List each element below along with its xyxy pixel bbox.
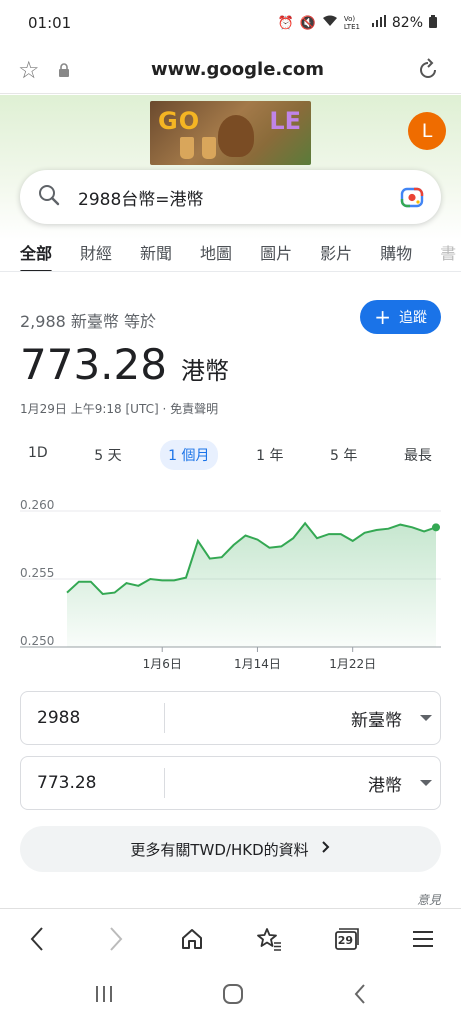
search-box[interactable]: 2988台幣=港幣 (20, 170, 441, 224)
battery-icon (429, 14, 437, 32)
wifi-icon (322, 15, 338, 31)
more-info-button[interactable]: 更多有關TWD/HKD的資料 (20, 826, 441, 872)
exchange-rate-chart[interactable]: 0.260 0.255 0.250 1月6日 1月14日 1月22日 (0, 495, 461, 675)
google-doodle[interactable]: GO LE (150, 101, 311, 165)
reload-icon[interactable] (413, 57, 443, 82)
to-currency-select[interactable]: 港幣 (165, 771, 412, 796)
tab-shopping[interactable]: 購物 (380, 240, 412, 271)
feedback-link[interactable]: 意見 (417, 891, 441, 908)
chart-x-tick-label: 1月22日 (329, 657, 376, 671)
url-text[interactable]: www.google.com (76, 59, 399, 80)
doodle-cup (202, 137, 216, 159)
from-amount-input[interactable]: 2988 (21, 703, 165, 733)
from-currency-select[interactable]: 新臺幣 (165, 706, 412, 731)
range-1d[interactable]: 1D (20, 440, 56, 470)
chevron-down-icon[interactable] (412, 715, 440, 721)
tab-finance[interactable]: 財經 (80, 240, 112, 271)
forward-icon[interactable] (95, 919, 135, 959)
chart-current-point (432, 523, 440, 532)
tab-videos[interactable]: 影片 (320, 240, 352, 271)
plus-icon: + (374, 305, 391, 329)
chart-area-fill (67, 523, 436, 647)
converted-currency: 港幣 (180, 357, 229, 385)
tab-books[interactable]: 書 (440, 240, 456, 271)
tab-images[interactable]: 圖片 (260, 240, 292, 271)
status-bar: 01:01 ⏰ 🔇 Vo) LTE1 82% (0, 0, 461, 46)
chart-y-tick-label: 0.260 (20, 498, 54, 512)
chevron-right-icon (321, 840, 331, 858)
status-icons: ⏰ 🔇 Vo) LTE1 82% (277, 14, 437, 32)
converter-to-row: 773.28 港幣 (20, 756, 441, 810)
system-nav-bar (0, 968, 461, 1024)
doodle-text-right: LE (269, 107, 301, 135)
home-button-icon[interactable] (222, 983, 244, 1009)
to-amount-input[interactable]: 773.28 (21, 768, 165, 798)
status-time: 01:01 (28, 14, 72, 32)
chevron-down-icon[interactable] (412, 780, 440, 786)
follow-button[interactable]: + 追蹤 (360, 300, 441, 334)
recent-apps-icon[interactable] (94, 984, 114, 1008)
conversion-subline: 2,988 新臺幣 等於 (20, 312, 156, 331)
doodle-text-left: GO (158, 107, 201, 135)
browser-bottom-bar: 29 (0, 908, 461, 968)
chart-y-tick-label: 0.250 (20, 634, 54, 648)
tab-news[interactable]: 新聞 (140, 240, 172, 271)
tab-maps[interactable]: 地圖 (200, 240, 232, 271)
home-icon[interactable] (172, 919, 212, 959)
doodle-bear (218, 115, 254, 157)
google-lens-icon[interactable] (399, 184, 425, 210)
conversion-result: 773.28 港幣 (20, 340, 229, 389)
converter-from-row: 2988 新臺幣 (20, 691, 441, 745)
range-1y[interactable]: 1 年 (248, 440, 291, 470)
doodle-cup (180, 137, 194, 159)
chart-x-tick-label: 1月6日 (143, 657, 182, 671)
search-tabs: 全部 財經 新聞 地圖 圖片 影片 購物 書 (0, 240, 461, 272)
alarm-icon: ⏰ (277, 15, 294, 31)
search-icon (38, 184, 60, 210)
search-query[interactable]: 2988台幣=港幣 (78, 185, 399, 210)
chart-y-tick-label: 0.255 (20, 566, 54, 580)
bookmark-star-icon[interactable]: ☆ (18, 56, 52, 84)
time-range-selector: 1D 5 天 1 個月 1 年 5 年 最長 (20, 440, 440, 470)
more-info-label: 更多有關TWD/HKD的資料 (130, 840, 309, 859)
chart-x-tick-label: 1月14日 (234, 657, 281, 671)
converted-value: 773.28 (20, 340, 167, 389)
account-avatar[interactable]: L (408, 112, 446, 150)
range-5y[interactable]: 5 年 (322, 440, 365, 470)
mute-icon: 🔇 (299, 15, 316, 31)
tab-count: 29 (337, 933, 354, 947)
range-5d[interactable]: 5 天 (86, 440, 129, 470)
browser-url-bar: ☆ www.google.com (0, 46, 461, 94)
signal-icon (371, 15, 386, 31)
back-icon[interactable] (18, 919, 58, 959)
timestamp: 1月29日 上午9:18 [UTC] · 免責聲明 (20, 402, 219, 416)
menu-icon[interactable] (403, 919, 443, 959)
lte-label: Vo) LTE1 (343, 15, 360, 31)
battery-percent: 82% (391, 15, 423, 31)
lock-icon[interactable] (52, 62, 76, 77)
system-back-icon[interactable] (353, 983, 367, 1009)
tabs-icon[interactable]: 29 (326, 919, 366, 959)
bookmarks-icon[interactable] (249, 919, 289, 959)
range-max[interactable]: 最長 (396, 440, 440, 470)
follow-label: 追蹤 (399, 310, 427, 326)
range-1m[interactable]: 1 個月 (160, 440, 218, 470)
tab-all[interactable]: 全部 (20, 240, 53, 271)
